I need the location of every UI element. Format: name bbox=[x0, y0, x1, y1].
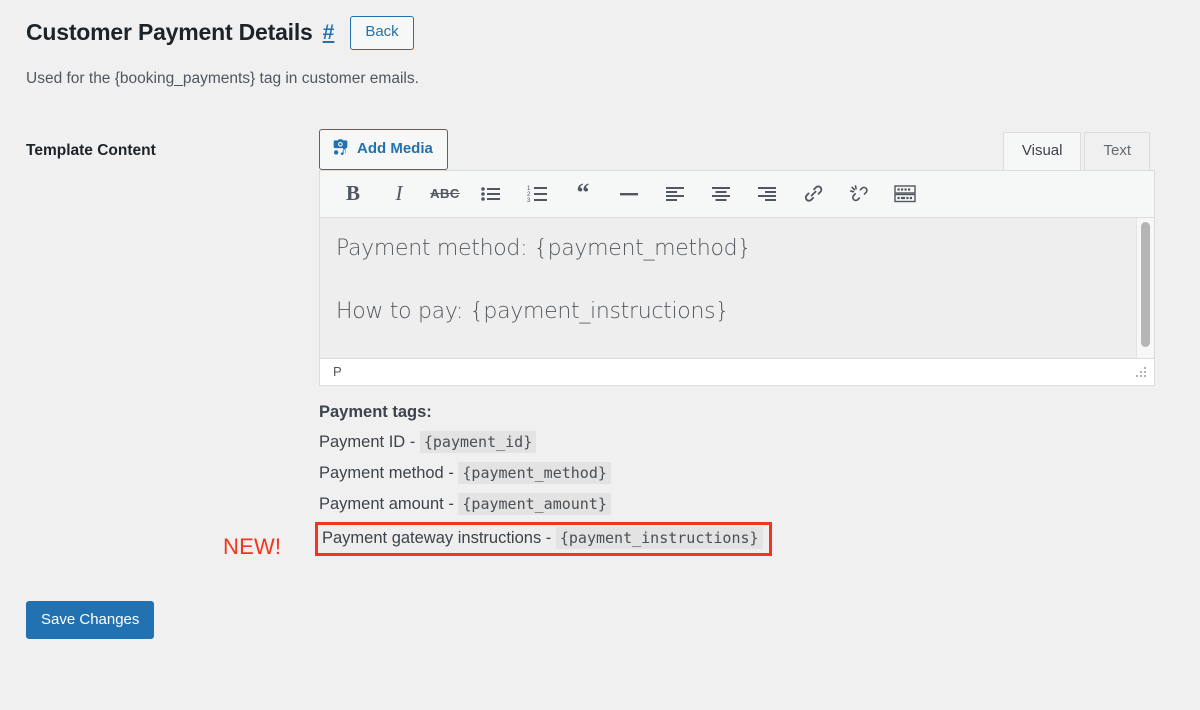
payment-tags-block: Payment tags: Payment ID - {payment_id} … bbox=[223, 397, 1155, 559]
page-header: Customer Payment Details # Back bbox=[0, 0, 1200, 50]
back-button[interactable]: Back bbox=[350, 16, 414, 50]
editor-element-path: P bbox=[333, 364, 342, 379]
anchor-permalink-link[interactable]: # bbox=[323, 21, 335, 45]
tag-code: {payment_amount} bbox=[458, 493, 611, 516]
editor-line-2: How to pay: {payment_instructions} bbox=[336, 298, 729, 324]
editor-scrollbar-thumb[interactable] bbox=[1141, 221, 1150, 347]
tinymce-editor: B I ABC 1 2 3 “ Payment method: {payment… bbox=[319, 169, 1155, 386]
editor-mode-tabs: Visual Text bbox=[1002, 131, 1150, 171]
align-left-icon[interactable] bbox=[652, 175, 698, 213]
tag-code: {payment_id} bbox=[419, 431, 537, 454]
blockquote-icon[interactable]: “ bbox=[560, 175, 606, 213]
editor-content-area[interactable]: Payment method: {payment_method} How to … bbox=[320, 217, 1154, 358]
add-media-button[interactable]: Add Media bbox=[319, 128, 448, 170]
remove-link-icon[interactable] bbox=[836, 175, 882, 213]
editor-top-bar: Add Media Visual Text bbox=[319, 128, 1155, 171]
page-title: Customer Payment Details bbox=[26, 19, 313, 46]
tag-label: Payment method - bbox=[319, 464, 454, 483]
tag-code: {payment_instructions} bbox=[555, 526, 763, 549]
save-changes-button[interactable]: Save Changes bbox=[26, 600, 155, 639]
tag-row-payment-id: Payment ID - {payment_id} bbox=[319, 427, 1155, 458]
new-annotation-badge: NEW! bbox=[223, 533, 282, 559]
media-camera-music-icon bbox=[331, 138, 350, 160]
tag-label: Payment gateway instructions - bbox=[322, 528, 552, 547]
horizontal-rule-icon[interactable] bbox=[606, 175, 652, 213]
tag-label: Payment amount - bbox=[319, 495, 454, 514]
tag-row-highlight-wrapper: NEW! Payment gateway instructions - {pay… bbox=[223, 521, 1155, 559]
form-footer: Save Changes bbox=[26, 600, 1200, 639]
tag-row-payment-amount: Payment amount - {payment_amount} bbox=[319, 489, 1155, 520]
numbered-list-icon[interactable]: 1 2 3 bbox=[514, 175, 560, 213]
template-content-field: Add Media Visual Text B I ABC 1 2 3 “ Pa… bbox=[223, 128, 1155, 559]
tag-row-payment-instructions: Payment gateway instructions - {payment_… bbox=[315, 521, 772, 556]
bold-icon[interactable]: B bbox=[330, 175, 376, 213]
tag-row-payment-method: Payment method - {payment_method} bbox=[319, 458, 1155, 489]
tab-text[interactable]: Text bbox=[1084, 132, 1150, 171]
align-center-icon[interactable] bbox=[698, 175, 744, 213]
tag-code: {payment_method} bbox=[458, 462, 611, 485]
editor-resize-handle[interactable] bbox=[1134, 365, 1148, 379]
tab-visual[interactable]: Visual bbox=[1002, 132, 1082, 171]
add-media-label: Add Media bbox=[357, 140, 433, 157]
italic-icon[interactable]: I bbox=[376, 175, 422, 213]
align-right-icon[interactable] bbox=[744, 175, 790, 213]
svg-text:3: 3 bbox=[527, 198, 531, 202]
insert-link-icon[interactable] bbox=[790, 175, 836, 213]
payment-tags-title: Payment tags: bbox=[319, 402, 432, 421]
editor-statusbar: P bbox=[320, 357, 1154, 385]
editor-line-1: Payment method: {payment_method} bbox=[336, 235, 752, 261]
editor-toolbar: B I ABC 1 2 3 “ bbox=[320, 170, 1154, 218]
bulleted-list-icon[interactable] bbox=[468, 175, 514, 213]
strikethrough-icon[interactable]: ABC bbox=[422, 175, 468, 213]
tag-label: Payment ID - bbox=[319, 433, 416, 452]
toolbar-toggle-icon[interactable] bbox=[882, 175, 928, 213]
page-description: Used for the {booking_payments} tag in c… bbox=[26, 69, 419, 87]
template-content-row: Template Content Add Media Visual Text B… bbox=[0, 128, 1200, 559]
template-content-label: Template Content bbox=[26, 141, 156, 159]
